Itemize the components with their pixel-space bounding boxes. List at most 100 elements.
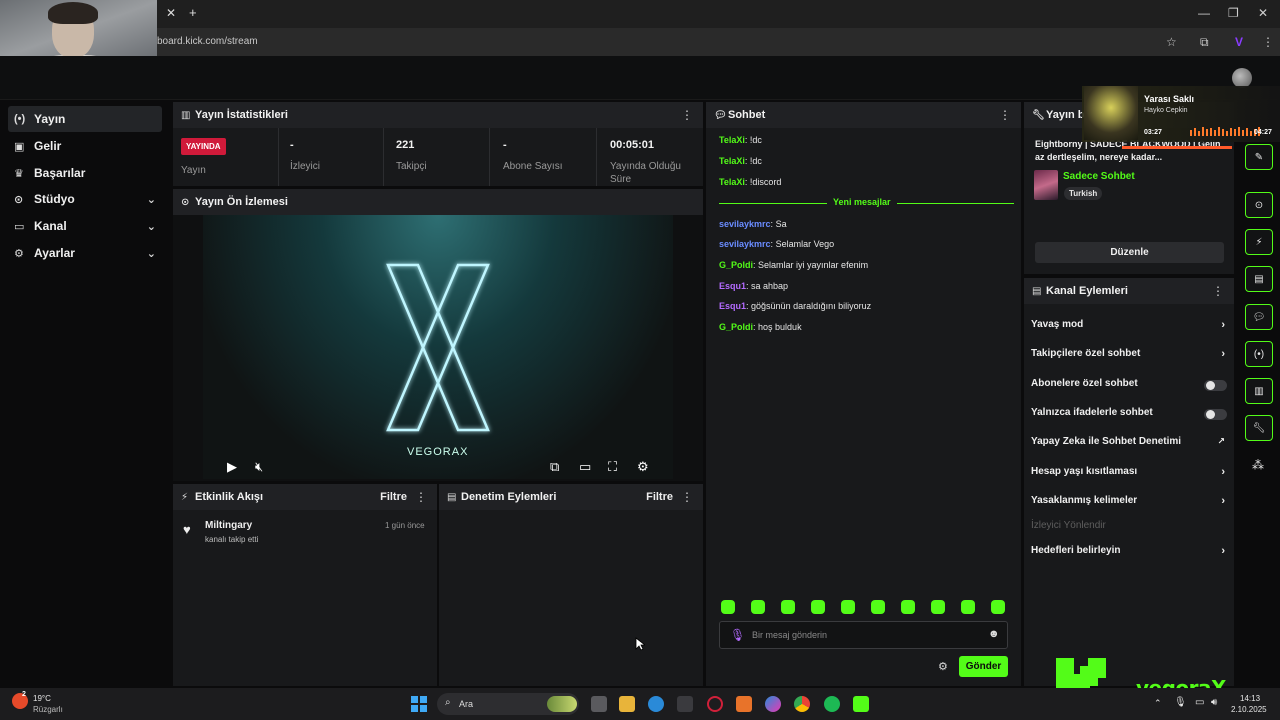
rail-preview-button[interactable]: ⊙ — [1245, 192, 1273, 218]
chat-username[interactable]: TelaXi — [719, 135, 745, 145]
sidebar-item-basarilar[interactable]: ♛ Başarılar — [8, 160, 162, 186]
action-emote-only[interactable]: Yalnızca ifadelerle sohbet — [1031, 407, 1227, 423]
action-followers-only[interactable]: Takipçilere özel sohbet › — [1031, 348, 1227, 364]
chat-username[interactable]: G_Poldi — [719, 322, 753, 332]
bookmark-star-icon[interactable]: ☆ — [1166, 35, 1177, 49]
network-icon[interactable]: ▭ — [1195, 697, 1204, 708]
action-account-age[interactable]: Hesap yaşı kısıtlaması › — [1031, 466, 1227, 482]
more-options-icon[interactable]: ⋮ — [681, 108, 693, 122]
action-set-goals[interactable]: Hedefleri belirleyin › — [1031, 545, 1227, 561]
extensions-icon[interactable]: ⧉ — [1200, 35, 1209, 50]
fullscreen-icon[interactable]: ⛶ — [608, 459, 617, 475]
microphone-tray-icon[interactable]: 🎙︎ — [1174, 697, 1187, 708]
chat-input[interactable]: 🎙︎ Bir mesaj gönderin ☻ — [719, 621, 1008, 649]
tray-overflow-icon[interactable]: ⌃ — [1154, 698, 1162, 709]
volume-icon[interactable]: 🔊︎ — [1211, 697, 1217, 708]
mute-icon[interactable]: 🔇︎ — [255, 459, 263, 475]
chat-settings-icon[interactable]: ⚙ — [938, 660, 948, 673]
kick-app-icon[interactable] — [853, 696, 869, 712]
edge-browser-icon[interactable] — [648, 696, 664, 712]
emote-icon[interactable] — [991, 600, 1005, 614]
opera-icon[interactable] — [707, 696, 723, 712]
rail-info-button[interactable]: 🔧︎ — [1245, 415, 1273, 441]
emote-icon[interactable] — [781, 600, 795, 614]
emote-icon[interactable] — [751, 600, 765, 614]
chat-message[interactable]: TelaXi: !discord — [719, 177, 781, 187]
emote-icon[interactable] — [931, 600, 945, 614]
sidebar-item-gelir[interactable]: ▣ Gelir — [8, 133, 162, 159]
subscribers-only-toggle[interactable] — [1204, 380, 1227, 391]
pip-icon[interactable]: ⧉ — [550, 459, 559, 475]
taskbar-search[interactable]: ⌕ Ara — [437, 693, 579, 715]
user-avatar[interactable] — [1232, 68, 1252, 88]
sidebar-item-kanal[interactable]: ▭ Kanal ⌄ — [8, 213, 162, 239]
more-options-icon[interactable]: ⋮ — [999, 108, 1011, 122]
address-bar[interactable]: board.kick.com/stream ☆ ⧉ V ⋮ — [0, 28, 1280, 56]
settings-icon[interactable]: ⚙ — [637, 459, 649, 475]
video-player[interactable]: VEGORAX ▶ 🔇︎ ⧉ ▭ ⛶ ⚙ — [203, 215, 673, 479]
microphone-icon[interactable]: 🎙︎ — [730, 628, 745, 642]
sidebar-item-studyo[interactable]: ⊙ Stüdyo ⌄ — [8, 186, 162, 212]
rail-broadcast-button[interactable]: (•) — [1245, 341, 1273, 367]
app-a-icon[interactable] — [736, 696, 752, 712]
add-widget-icon[interactable]: ⁂ — [1252, 458, 1264, 472]
start-menu-icon[interactable] — [411, 696, 427, 712]
rail-moderation-button[interactable]: ▤ — [1245, 266, 1273, 292]
clock-time[interactable]: 14:13 — [1240, 694, 1260, 703]
rail-chat-button[interactable]: 💬︎ — [1245, 304, 1273, 330]
chat-message[interactable]: TelaXi: !dc — [719, 135, 762, 145]
chat-username[interactable]: G_Poldi — [719, 260, 753, 270]
browser-menu-icon[interactable]: ⋮ — [1262, 35, 1274, 49]
rail-edit-button[interactable]: ✎ — [1245, 144, 1273, 170]
more-options-icon[interactable]: ⋮ — [1212, 284, 1224, 298]
send-button[interactable]: Gönder — [959, 656, 1008, 677]
action-banned-words[interactable]: Yasaklanmış kelimeler › — [1031, 495, 1227, 511]
minimize-icon[interactable]: — — [1198, 6, 1210, 20]
chat-input-placeholder[interactable]: Bir mesaj gönderin — [752, 630, 827, 640]
category-link[interactable]: Sadece Sohbet — [1063, 171, 1135, 182]
sidebar-item-ayarlar[interactable]: ⚙ Ayarlar ⌄ — [8, 240, 162, 266]
chat-username[interactable]: sevilaykmrc — [719, 219, 771, 229]
emote-icon[interactable] — [811, 600, 825, 614]
sidebar-item-yayin[interactable]: (•) Yayın — [8, 106, 162, 132]
new-tab-icon[interactable]: + — [189, 5, 197, 20]
emote-icon[interactable] — [961, 600, 975, 614]
emoji-icon[interactable]: ☻ — [988, 628, 1000, 640]
rail-actions-button[interactable]: ▥ — [1245, 378, 1273, 404]
close-window-icon[interactable]: ✕ — [1258, 6, 1268, 20]
close-tab-icon[interactable]: ✕ — [166, 6, 176, 20]
chat-username[interactable]: Esqu1 — [719, 281, 746, 291]
filter-button[interactable]: Filtre — [380, 491, 407, 503]
copilot-icon[interactable] — [765, 696, 781, 712]
chat-message[interactable]: sevilaykmrc: Sa — [719, 219, 787, 229]
search-placeholder[interactable]: Ara — [459, 699, 473, 709]
chat-message[interactable]: Esqu1: sa ahbap — [719, 281, 788, 291]
clock-date[interactable]: 2.10.2025 — [1231, 705, 1267, 714]
chat-message[interactable]: sevilaykmrc: Selamlar Vego — [719, 239, 834, 249]
emote-icon[interactable] — [841, 600, 855, 614]
action-subscribers-only[interactable]: Abonelere özel sohbet — [1031, 378, 1227, 394]
category-thumbnail[interactable] — [1034, 170, 1058, 200]
url-text[interactable]: board.kick.com/stream — [157, 36, 258, 47]
theater-mode-icon[interactable]: ▭ — [579, 459, 591, 475]
emote-icon[interactable] — [721, 600, 735, 614]
maximize-icon[interactable]: ❐ — [1228, 6, 1239, 20]
edit-button[interactable]: Düzenle — [1035, 242, 1224, 263]
chat-message[interactable]: G_Poldi: hoş bulduk — [719, 322, 802, 332]
more-options-icon[interactable]: ⋮ — [415, 490, 427, 504]
chat-message[interactable]: Esqu1: göğsünün daraldığını biliyoruz — [719, 301, 871, 311]
extension-v-icon[interactable]: V — [1235, 35, 1243, 49]
action-slow-mode[interactable]: Yavaş mod › — [1031, 319, 1227, 335]
emote-icon[interactable] — [901, 600, 915, 614]
emote-only-toggle[interactable] — [1204, 409, 1227, 420]
chrome-icon[interactable] — [794, 696, 810, 712]
chat-username[interactable]: sevilaykmrc — [719, 239, 771, 249]
file-explorer-icon[interactable] — [619, 696, 635, 712]
task-view-icon[interactable] — [591, 696, 607, 712]
chat-message[interactable]: TelaXi: !dc — [719, 156, 762, 166]
chat-username[interactable]: TelaXi — [719, 177, 745, 187]
chat-message[interactable]: G_Poldi: Selamlar iyi yayınlar efenim — [719, 260, 868, 270]
store-icon[interactable] — [677, 696, 693, 712]
chat-username[interactable]: TelaXi — [719, 156, 745, 166]
spotify-icon[interactable] — [824, 696, 840, 712]
